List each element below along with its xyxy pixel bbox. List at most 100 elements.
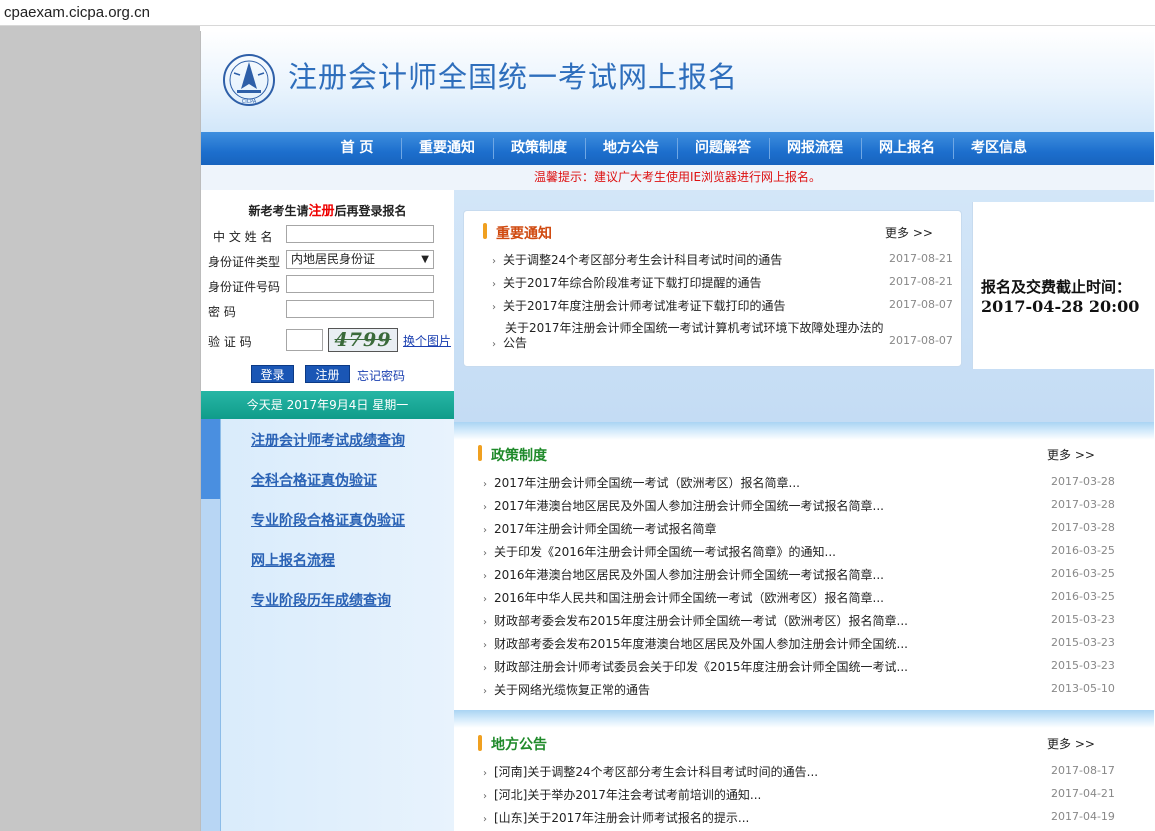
- nav-policy[interactable]: 政策制度: [503, 132, 575, 165]
- bullet-icon: ›: [483, 571, 487, 582]
- list-item[interactable]: › 关于网络光缆恢复正常的通告: [483, 681, 650, 698]
- site-container: CICPA 注册会计师全国统一考试网上报名 首 页 重要通知 政策制度 地方公告…: [200, 31, 1154, 831]
- bullet-icon: ›: [483, 502, 487, 513]
- item-date: 2015-03-23: [1051, 659, 1115, 672]
- url-text: cpaexam.cicpa.org.cn: [4, 4, 150, 21]
- change-captcha-link[interactable]: 换个图片: [403, 332, 451, 349]
- notice-panel: 重要通知 更多 >> › 关于调整24个考区部分考生会计科目考试时间的通告 201…: [463, 210, 962, 367]
- login-button[interactable]: 登录: [251, 365, 294, 383]
- nav-register[interactable]: 网上报名: [871, 132, 943, 165]
- item-date: 2017-08-21: [889, 275, 953, 288]
- register-hint[interactable]: 注册: [308, 204, 334, 219]
- captcha-image: 4799: [328, 328, 398, 352]
- deadline-panel: 报名及交费截止时间： 2017-04-28 20:00: [972, 202, 1154, 369]
- right-column: 重要通知 更多 >> › 关于调整24个考区部分考生会计科目考试时间的通告 201…: [454, 190, 1154, 831]
- idno-input[interactable]: [286, 275, 434, 293]
- item-date: 2016-03-25: [1051, 590, 1115, 603]
- list-item[interactable]: › 财政部注册会计师考试委员会关于印发《2015年度注册会计师全国统一考试...: [483, 658, 908, 675]
- left-column: 新老考生请注册后再登录报名 中 文 姓 名 身份证件类型 内地居民身份证 ▼ 身份…: [201, 190, 454, 831]
- site-title: 注册会计师全国统一考试网上报名: [288, 60, 739, 94]
- list-item[interactable]: › 2017年港澳台地区居民及外国人参加注册会计师全国统一考试报名简章...: [483, 497, 884, 514]
- item-date: 2017-08-07: [889, 298, 953, 311]
- name-label: 中 文 姓 名: [213, 230, 273, 244]
- list-item[interactable]: › 关于2017年度注册会计师考试准考证下载打印的通告: [492, 297, 786, 314]
- bullet-icon: ›: [483, 686, 487, 697]
- address-bar[interactable]: cpaexam.cicpa.org.cn: [0, 0, 1155, 26]
- nav-notices[interactable]: 重要通知: [411, 132, 483, 165]
- list-item[interactable]: › 2017年注册会计师全国统一考试（欧洲考区）报名简章...: [483, 474, 800, 491]
- item-date: 2017-08-07: [889, 334, 953, 347]
- bullet-icon: ›: [483, 640, 487, 651]
- password-label: 密 码: [208, 305, 236, 319]
- notice-more-link[interactable]: 更多 >>: [885, 224, 933, 241]
- nav-home[interactable]: 首 页: [321, 132, 393, 165]
- bullet-icon: ›: [483, 768, 487, 779]
- list-item[interactable]: › 关于印发《2016年注册会计师全国统一考试报名简章》的通知...: [483, 543, 836, 560]
- list-item[interactable]: › 公告: [492, 334, 527, 351]
- deadline-value: 2017-04-28 20:00: [981, 297, 1140, 316]
- nav-process[interactable]: 网报流程: [779, 132, 851, 165]
- list-item[interactable]: › 关于调整24个考区部分考生会计科目考试时间的通告: [492, 251, 782, 268]
- chevron-down-icon: ▼: [421, 254, 429, 265]
- list-item[interactable]: › [河南]关于调整24个考区部分考生会计科目考试时间的通告...: [483, 763, 818, 780]
- item-date: 2013-05-10: [1051, 682, 1115, 695]
- list-item[interactable]: › [山东]关于2017年注册会计师考试报名的提示...: [483, 809, 749, 826]
- list-item[interactable]: › [河北]关于举办2017年注会考试考前培训的通知...: [483, 786, 761, 803]
- list-item[interactable]: › 财政部考委会发布2015年度港澳台地区居民及外国人参加注册会计师全国统...: [483, 635, 908, 652]
- link-score-query[interactable]: 注册会计师考试成绩查询: [251, 430, 405, 450]
- idtype-label: 身份证件类型: [208, 255, 281, 269]
- notice-title: 重要通知: [496, 226, 552, 242]
- list-item[interactable]: › 财政部考委会发布2015年度注册会计师全国统一考试（欧洲考区）报名简章...: [483, 612, 908, 629]
- item-date: 2017-08-17: [1051, 764, 1115, 777]
- bullet-icon: ›: [483, 548, 487, 559]
- link-stage-cert-verify[interactable]: 专业阶段合格证真伪验证: [251, 510, 405, 530]
- forgot-password-link[interactable]: 忘记密码: [357, 367, 405, 384]
- captcha-label: 验 证 码: [208, 335, 252, 349]
- nav-local[interactable]: 地方公告: [595, 132, 667, 165]
- cicpa-logo-icon: CICPA: [223, 54, 275, 106]
- list-item[interactable]: › 2017年注册会计师全国统一考试报名简章: [483, 520, 717, 537]
- password-input[interactable]: [286, 300, 434, 318]
- bullet-icon: ›: [483, 791, 487, 802]
- item-date: 2015-03-23: [1051, 613, 1115, 626]
- link-full-cert-verify[interactable]: 全科合格证真伪验证: [251, 470, 377, 490]
- header-banner: CICPA 注册会计师全国统一考试网上报名: [201, 31, 1154, 132]
- register-button[interactable]: 注册: [305, 365, 350, 383]
- item-date: 2017-04-21: [1051, 787, 1115, 800]
- bullet-icon: ›: [483, 663, 487, 674]
- deadline-label: 报名及交费截止时间：: [981, 278, 1132, 296]
- name-input[interactable]: [286, 225, 434, 243]
- today-date: 今天是 2017年9月4日 星期一: [201, 391, 454, 419]
- link-registration-process[interactable]: 网上报名流程: [251, 550, 335, 570]
- item-date: 2017-03-28: [1051, 498, 1115, 511]
- bullet-icon: ›: [483, 525, 487, 536]
- idno-label: 身份证件号码: [208, 280, 281, 294]
- idtype-select[interactable]: 内地居民身份证 ▼: [286, 250, 434, 269]
- local-title: 地方公告: [491, 737, 547, 753]
- nav-exam-areas[interactable]: 考区信息: [963, 132, 1035, 165]
- quick-links: 注册会计师考试成绩查询 全科合格证真伪验证 专业阶段合格证真伪验证 网上报名流程…: [201, 419, 454, 831]
- item-date: 2017-03-28: [1051, 521, 1115, 534]
- policy-more-link[interactable]: 更多 >>: [1047, 446, 1095, 463]
- item-date: 2016-03-25: [1051, 544, 1115, 557]
- bullet-icon: ›: [483, 594, 487, 605]
- nav-faq[interactable]: 问题解答: [687, 132, 759, 165]
- login-title: 新老考生请注册后再登录报名: [248, 204, 407, 219]
- list-item[interactable]: › 2016年中华人民共和国注册会计师全国统一考试（欧洲考区）报名简章...: [483, 589, 884, 606]
- list-item[interactable]: 关于2017年注册会计师全国统一考试计算机考试环境下故障处理办法的: [505, 319, 884, 336]
- item-date: 2017-04-19: [1051, 810, 1115, 823]
- bullet-icon: ›: [483, 479, 487, 490]
- item-date: 2015-03-23: [1051, 636, 1115, 649]
- page-margin: [0, 26, 200, 831]
- bullet-icon: ›: [483, 617, 487, 628]
- policy-title: 政策制度: [491, 448, 547, 464]
- link-history-scores[interactable]: 专业阶段历年成绩查询: [251, 590, 391, 610]
- local-more-link[interactable]: 更多 >>: [1047, 735, 1095, 752]
- bullet-icon: ›: [483, 814, 487, 825]
- list-item[interactable]: › 关于2017年综合阶段准考证下载打印提醒的通告: [492, 274, 762, 291]
- tip-bar: 温馨提示：建议广大考生使用IE浏览器进行网上报名。: [201, 165, 1154, 191]
- svg-text:CICPA: CICPA: [242, 99, 257, 105]
- captcha-input[interactable]: [286, 329, 323, 351]
- item-date: 2017-08-21: [889, 252, 953, 265]
- list-item[interactable]: › 2016年港澳台地区居民及外国人参加注册会计师全国统一考试报名简章...: [483, 566, 884, 583]
